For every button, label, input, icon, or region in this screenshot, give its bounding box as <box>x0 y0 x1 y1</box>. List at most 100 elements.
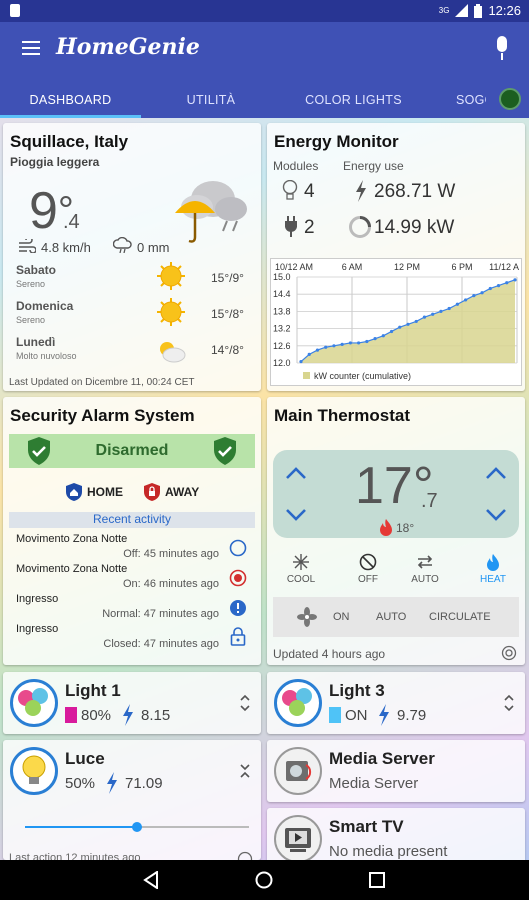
off-icon <box>359 553 377 571</box>
light-bulb-avatar <box>10 679 58 727</box>
rain-icon <box>113 237 132 253</box>
light-1-title: Light 1 <box>65 681 121 700</box>
data-point <box>496 284 501 288</box>
disarmed-banner: Disarmed <box>9 434 255 468</box>
sd-card-icon <box>10 4 20 17</box>
color-bulbs-icon <box>282 688 312 716</box>
home-button[interactable] <box>255 871 273 889</box>
lightbulb-icon <box>282 180 298 200</box>
activity-row: Ingresso Closed: 47 minutes ago <box>3 623 261 653</box>
luce-card[interactable]: Luce 50% 71.09 Last action 12 minutes ag… <box>3 740 261 860</box>
expand-icon[interactable] <box>239 693 251 713</box>
navigation-bar <box>0 860 529 900</box>
progress-ring-icon <box>349 216 371 238</box>
y-tick-label: 14.4 <box>273 289 291 299</box>
light-bulb-avatar <box>274 679 322 727</box>
data-point <box>357 341 361 345</box>
flame-icon <box>380 519 392 536</box>
event-detail: Closed: 47 minutes ago <box>103 638 219 650</box>
decrease-right-button[interactable] <box>485 508 507 522</box>
tab-dashboard[interactable]: DASHBOARD <box>0 82 141 118</box>
arm-away-button[interactable]: AWAY <box>143 481 199 503</box>
shield-away-icon <box>144 483 160 501</box>
collapse-icon[interactable] <box>239 761 251 781</box>
data-point <box>472 294 476 298</box>
security-title: Security Alarm System <box>10 406 195 425</box>
forecast-row: Domenica Sereno 15°/8° <box>3 297 261 333</box>
fan-panel: ON AUTO CIRCULATE <box>273 597 519 637</box>
data-point <box>332 344 336 348</box>
forecast-day: Domenica <box>16 299 74 313</box>
fan-auto-button[interactable]: AUTO <box>376 611 406 623</box>
energy-chart: 10/12 AM 6 AM 12 PM 6 PM 11/12 A 15.0 14.4 13.8… <box>273 262 519 381</box>
event-name: Ingresso <box>16 623 59 635</box>
data-point <box>480 291 484 295</box>
rain-amount: 0 mm <box>137 240 170 255</box>
weather-card[interactable]: Squillace, Italy Pioggia leggera 9° .4 4… <box>3 123 261 391</box>
luce-last-action: Last action 12 minutes ago <box>9 852 141 860</box>
plug-icon <box>285 216 297 237</box>
event-detail: On: 46 minutes ago <box>122 578 219 590</box>
data-point <box>414 319 418 324</box>
sensor-icon <box>237 851 253 860</box>
light-1-level: 80% <box>81 707 112 724</box>
data-point <box>513 278 517 282</box>
data-point <box>389 329 394 334</box>
legend-swatch <box>303 372 310 379</box>
flame-icon <box>487 554 499 571</box>
forecast-row: Sabato Sereno 15°/9° <box>3 261 261 297</box>
network-type: 3G <box>438 6 450 15</box>
slider-thumb[interactable] <box>132 822 142 832</box>
data-point <box>505 281 509 285</box>
increase-right-button[interactable] <box>485 466 507 480</box>
media-server-subtitle: Media Server <box>329 775 419 792</box>
bulb-avatar <box>10 747 58 795</box>
sun-icon <box>157 262 185 290</box>
smart-tv-subtitle: No media present <box>329 843 448 860</box>
menu-icon[interactable] <box>22 41 40 55</box>
data-point <box>307 352 311 356</box>
info-alert-icon <box>230 600 246 616</box>
arm-home-button[interactable]: HOME <box>65 481 123 503</box>
mode-heat-button[interactable]: HEAT <box>473 553 513 585</box>
thermostat-card[interactable]: Main Thermostat 17° .7 18° COOL OFF AUTO… <box>267 397 525 665</box>
total-energy: 14.99 kW <box>374 217 455 238</box>
forecast-temps: 15°/9° <box>211 271 244 285</box>
event-detail: Off: 45 minutes ago <box>123 548 219 560</box>
mode-cool-button[interactable]: COOL <box>281 553 321 585</box>
mode-auto-button[interactable]: AUTO <box>405 553 445 585</box>
light-3-power: 9.79 <box>397 707 427 724</box>
light-3-color-swatch <box>329 707 341 723</box>
tab-sogg[interactable]: SOGG <box>426 82 486 118</box>
y-tick-label: 12.0 <box>273 358 291 368</box>
y-tick-label: 12.6 <box>273 341 291 351</box>
tab-color-lights[interactable]: COLOR LIGHTS <box>281 82 426 118</box>
thermostat-display: 17° .7 18° <box>273 450 519 538</box>
expand-icon[interactable] <box>503 693 515 713</box>
media-server-card[interactable]: Media Server Media Server <box>267 740 525 802</box>
mode-off-button[interactable]: OFF <box>348 553 388 585</box>
tab-utilita[interactable]: UTILITÀ <box>141 82 281 118</box>
tab-bar: DASHBOARD UTILITÀ COLOR LIGHTS SOGG <box>0 82 529 118</box>
x-tick-label: 6 AM <box>342 262 363 272</box>
energy-monitor-card[interactable]: Energy Monitor Modules Energy use 4 268.… <box>267 123 525 391</box>
camera-thumb-icon[interactable] <box>499 88 521 110</box>
light-3-card[interactable]: Light 3 ON 9.79 <box>267 672 525 734</box>
modules-label: Modules <box>273 159 319 173</box>
fan-on-button[interactable]: ON <box>333 611 350 623</box>
activity-row: Movimento Zona Notte Off: 45 minutes ago <box>3 533 261 563</box>
thermostat-title: Main Thermostat <box>274 406 411 425</box>
fan-circulate-button[interactable]: CIRCULATE <box>429 611 491 623</box>
dimmer-slider[interactable] <box>25 822 249 832</box>
recents-button[interactable] <box>369 872 385 888</box>
light-1-card[interactable]: Light 1 80% 8.15 <box>3 672 261 734</box>
lock-icon <box>230 627 246 646</box>
back-button[interactable] <box>143 871 159 889</box>
security-card[interactable]: Security Alarm System Disarmed HOME AWAY… <box>3 397 261 665</box>
energy-use-label: Energy use <box>343 159 404 173</box>
weather-location: Squillace, Italy <box>10 132 129 151</box>
data-point <box>455 302 459 306</box>
increase-left-button[interactable] <box>285 466 307 480</box>
microphone-icon[interactable] <box>495 36 509 62</box>
decrease-left-button[interactable] <box>285 508 307 522</box>
